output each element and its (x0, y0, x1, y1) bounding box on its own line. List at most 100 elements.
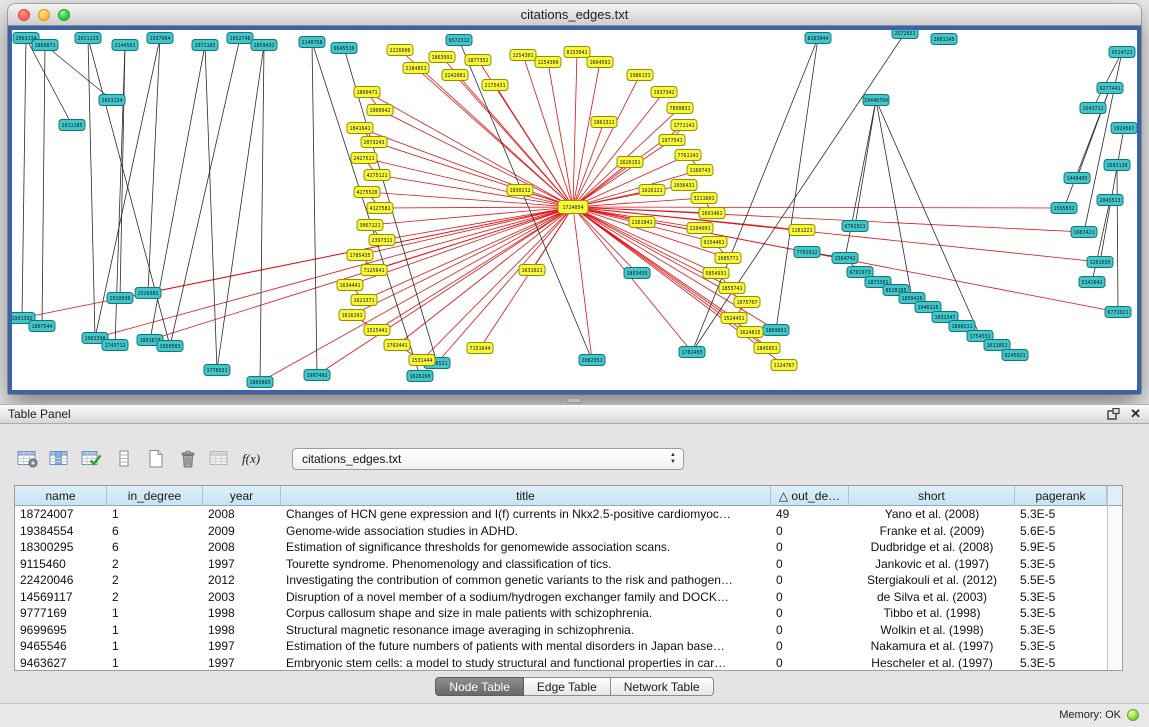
graph-node[interactable]: 1863991 (429, 52, 455, 63)
graph-node[interactable]: 7850831 (667, 103, 693, 114)
column-header-in_degree[interactable]: in_degree (107, 486, 203, 506)
panel-resize-grip[interactable] (567, 398, 581, 403)
graph-node[interactable]: 2427521 (351, 153, 377, 164)
graph-node[interactable]: 1201035 (1087, 257, 1113, 268)
graph-node[interactable]: 3211601 (691, 193, 717, 204)
graph-node[interactable]: 1776531 (204, 365, 230, 376)
graph-node[interactable]: 1036431 (671, 180, 697, 191)
table-scrollbar[interactable] (1107, 486, 1122, 670)
graph-node[interactable]: 6791921 (842, 221, 868, 232)
table-row[interactable]: 1872400712008Changes of HCN gene express… (15, 506, 1107, 523)
graph-node[interactable]: 1890211 (949, 321, 975, 332)
graph-node[interactable]: 7791912 (794, 247, 820, 258)
graph-node[interactable]: 1595832 (1051, 203, 1077, 214)
graph-node[interactable]: 2242081 (442, 70, 468, 81)
graph-node[interactable]: 1807544 (29, 321, 55, 332)
graph-node[interactable]: 1626151 (617, 157, 643, 168)
graph-node[interactable]: 2572651 (892, 30, 918, 39)
graph-node[interactable]: 1860471 (354, 87, 380, 98)
graph-node[interactable]: 1946125 (915, 302, 941, 313)
graph-node[interactable]: 2010036 (107, 293, 133, 304)
close-window-button[interactable] (18, 9, 30, 21)
graph-node[interactable]: 2175431 (482, 80, 508, 91)
graph-node[interactable]: 1853435 (624, 268, 650, 279)
network-graph[interactable]: 2063134186987120211332144561193706420711… (12, 30, 1137, 390)
graph-node[interactable]: 8153041 (564, 47, 590, 58)
graph-node[interactable]: 1859432 (251, 40, 277, 51)
function-builder-button[interactable]: f(x) (238, 447, 265, 472)
graph-node[interactable]: 2161041 (629, 217, 655, 228)
column-header-short[interactable]: short (849, 486, 1015, 506)
graph-node[interactable]: 7151644 (467, 343, 493, 354)
graph-node[interactable]: 2011185 (59, 120, 85, 131)
graph-node[interactable]: 1866803 (247, 377, 273, 388)
column-header-name[interactable]: name (15, 486, 107, 506)
table-row[interactable]: 2242004622012Investigating the contribut… (15, 572, 1107, 589)
graph-node[interactable]: 2071185 (192, 40, 218, 51)
graph-node[interactable]: 2144561 (112, 40, 138, 51)
graph-node[interactable]: 1664591 (587, 57, 613, 68)
graph-node[interactable]: 1254309 (535, 57, 561, 68)
row-height-button[interactable] (110, 447, 137, 472)
graph-node[interactable]: 1937064 (147, 33, 173, 44)
graph-node[interactable]: 1631021 (519, 265, 545, 276)
column-header-title[interactable]: title (281, 486, 771, 506)
graph-node[interactable]: 4275121 (364, 170, 390, 181)
graph-node[interactable]: 1626260 (407, 371, 433, 382)
graph-node[interactable]: 1611052 (984, 340, 1010, 351)
graph-node[interactable]: 1254301 (510, 50, 536, 61)
window-titlebar[interactable]: citations_edges.txt (8, 4, 1141, 26)
graph-node[interactable]: 1869871 (32, 40, 58, 51)
table-row[interactable]: 946554611997Estimation of the future num… (15, 638, 1107, 655)
graph-node[interactable]: 9514721 (1109, 47, 1135, 58)
graph-node[interactable]: 2082351 (579, 355, 605, 366)
graph-node[interactable]: 1564742 (832, 253, 858, 264)
graph-node[interactable]: 5854931 (703, 268, 729, 279)
create-column-button[interactable] (142, 447, 169, 472)
graph-node[interactable]: 6771021 (1105, 307, 1131, 318)
close-panel-button[interactable]: ✕ (1130, 408, 1141, 420)
table-settings-button[interactable] (14, 447, 41, 472)
graph-node[interactable]: 1855741 (719, 283, 745, 294)
table-row[interactable]: 969969511998Structural magnetic resonanc… (15, 622, 1107, 639)
graph-node[interactable]: 2073243 (361, 137, 387, 148)
graph-node[interactable]: 1075707 (734, 297, 760, 308)
column-header-pagerank[interactable]: pagerank (1015, 486, 1107, 506)
graph-node[interactable]: 1685771 (715, 253, 741, 264)
graph-node[interactable]: 1161221 (789, 225, 815, 236)
graph-node[interactable]: 1845851 (754, 343, 780, 354)
graph-node[interactable]: 1634441 (337, 280, 363, 291)
column-visibility-button[interactable] (46, 447, 73, 472)
graph-node[interactable]: 2397311 (369, 235, 395, 246)
graph-node[interactable]: 1616121 (639, 185, 665, 196)
graph-node[interactable]: 1950583 (157, 341, 183, 352)
graph-node[interactable]: 1977541 (659, 135, 685, 146)
graph-node[interactable]: 1986131 (627, 70, 653, 81)
graph-node[interactable]: 1124767 (771, 360, 797, 371)
graph-node[interactable]: 7125641 (361, 265, 387, 276)
graph-node[interactable]: 1616291 (339, 310, 365, 321)
table-row[interactable]: 1938455462009Genome-wide association stu… (15, 523, 1107, 540)
graph-node[interactable]: 1785435 (347, 250, 373, 261)
graph-node[interactable]: 9572312 (446, 35, 472, 46)
graph-node[interactable]: 2140768 (299, 37, 325, 48)
graph-node[interactable]: 3067121 (357, 220, 383, 231)
table-source-select[interactable]: citations_edges.txt ▲▼ (292, 448, 684, 470)
graph-node[interactable]: 9154461 (701, 237, 727, 248)
graph-node[interactable]: 9645516 (331, 43, 357, 54)
graph-node[interactable]: 1602421 (1071, 227, 1097, 238)
graph-node[interactable]: 2053134 (99, 95, 125, 106)
graph-node[interactable]: 1869651 (763, 325, 789, 336)
graph-node[interactable]: 1782403 (679, 347, 705, 358)
column-header-year[interactable]: year (203, 486, 281, 506)
graph-node[interactable]: 1743712 (102, 340, 128, 351)
tab-edge-table[interactable]: Edge Table (524, 677, 611, 696)
graph-node[interactable]: 1525441 (364, 325, 390, 336)
graph-node[interactable]: 2204091 (687, 223, 713, 234)
table-row[interactable]: 946362711997Embryonic stem cells: a mode… (15, 655, 1107, 671)
graph-node[interactable]: 1524451 (721, 313, 747, 324)
graph-node[interactable]: 1909942 (367, 105, 393, 116)
graph-node[interactable]: 1830212 (507, 185, 533, 196)
graph-node[interactable]: 1683139 (1104, 160, 1130, 171)
graph-node[interactable]: 1771141 (671, 120, 697, 131)
